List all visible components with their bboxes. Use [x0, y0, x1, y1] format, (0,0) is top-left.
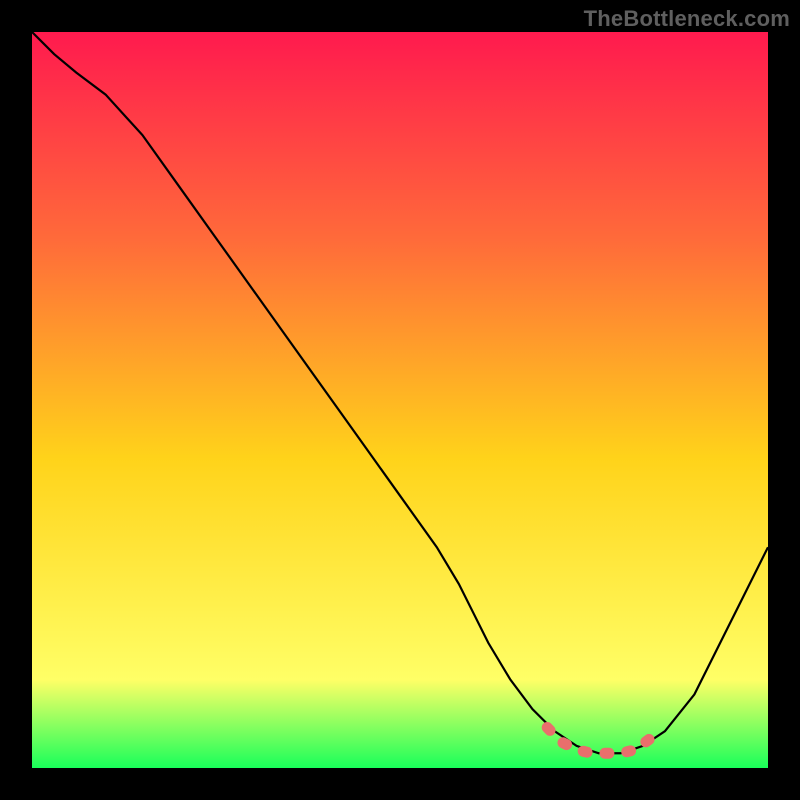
gradient-background: [32, 32, 768, 768]
watermark-text: TheBottleneck.com: [584, 6, 790, 32]
chart-frame: TheBottleneck.com: [0, 0, 800, 800]
plot-area: [32, 32, 768, 768]
bottleneck-chart: [32, 32, 768, 768]
